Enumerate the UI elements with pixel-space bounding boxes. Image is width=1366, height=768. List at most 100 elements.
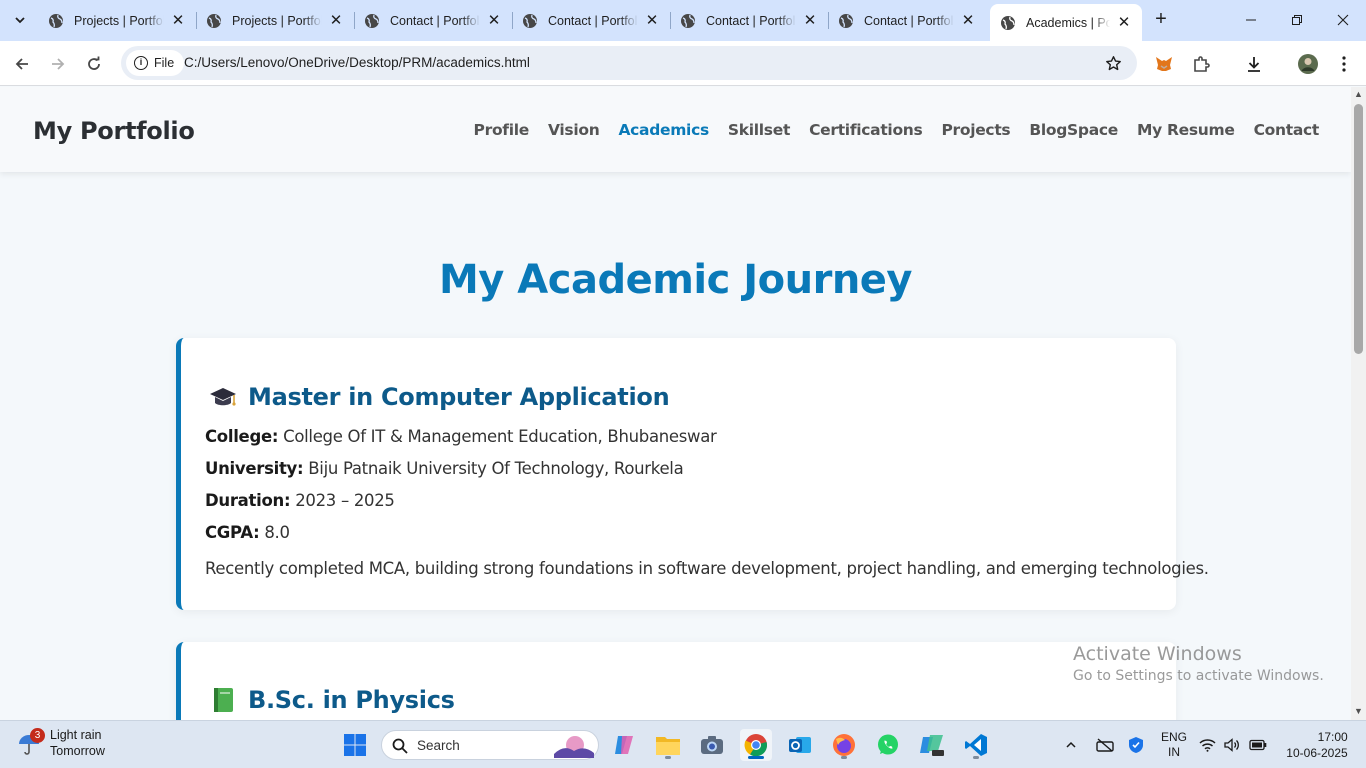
browser-tab[interactable]: Contact | Portfolio ✕ — [512, 6, 670, 35]
minimize-button[interactable] — [1228, 0, 1274, 40]
nav-link-skillset[interactable]: Skillset — [728, 121, 790, 139]
close-tab-icon[interactable]: ✕ — [802, 12, 818, 29]
metamask-extension-button[interactable] — [1150, 50, 1178, 78]
clock-time: 17:00 — [1317, 730, 1348, 744]
nav-link-certifications[interactable]: Certifications — [809, 121, 923, 139]
duration-value: 2023 – 2025 — [295, 491, 395, 510]
browser-tab[interactable]: Projects | Portfolio ✕ — [38, 6, 196, 35]
close-tab-icon[interactable]: ✕ — [328, 12, 344, 29]
whatsapp-app[interactable] — [872, 729, 904, 761]
university-row: University: Biju Patnaik University Of T… — [205, 459, 684, 478]
microsoft-365-app[interactable] — [916, 729, 948, 761]
file-explorer-app[interactable] — [652, 729, 684, 761]
site-info-chip[interactable]: i File — [126, 50, 185, 76]
close-tab-icon[interactable]: ✕ — [170, 12, 186, 29]
search-icon — [392, 738, 408, 754]
card-heading: B.Sc. in Physics — [208, 686, 455, 714]
globe-icon — [1001, 15, 1015, 30]
cgpa-label: CGPA: — [205, 523, 260, 542]
scroll-up-arrow-icon[interactable]: ▲ — [1354, 90, 1363, 99]
chrome-app[interactable] — [740, 729, 772, 761]
outlook-app[interactable] — [784, 729, 816, 761]
quick-settings-button[interactable] — [1198, 721, 1268, 768]
close-icon — [1337, 14, 1349, 26]
cgpa-value: 8.0 — [264, 523, 290, 542]
close-tab-icon[interactable]: ✕ — [960, 12, 976, 29]
search-highlight-icon — [554, 736, 594, 758]
language-indicator[interactable]: ENG IN — [1156, 721, 1192, 768]
browser-tab[interactable]: Projects | Portfolio ✕ — [196, 6, 354, 35]
url-text[interactable]: C:/Users/Lenovo/OneDrive/Desktop/PRM/aca… — [184, 55, 530, 70]
close-tab-icon[interactable]: ✕ — [486, 12, 502, 29]
arrow-left-icon — [15, 58, 28, 70]
extensions-button[interactable] — [1187, 50, 1215, 78]
green-book-icon — [214, 688, 233, 712]
tab-title: Contact | Portfolio — [548, 13, 638, 28]
copilot-app[interactable] — [608, 729, 640, 761]
security-tray-icon[interactable] — [1125, 721, 1147, 768]
forward-button[interactable] — [44, 50, 72, 78]
site-brand[interactable]: My Portfolio — [33, 117, 195, 145]
globe-icon — [681, 13, 695, 28]
close-window-button[interactable] — [1320, 0, 1366, 40]
nav-link-vision[interactable]: Vision — [548, 121, 600, 139]
browser-tab[interactable]: Contact | Portfolio ✕ — [354, 6, 512, 35]
firefox-app[interactable] — [828, 729, 860, 761]
restore-button[interactable] — [1274, 0, 1320, 40]
nav-link-contact[interactable]: Contact — [1254, 121, 1320, 139]
tab-title: Projects | Portfolio — [232, 13, 322, 28]
start-button[interactable] — [339, 729, 371, 761]
windows-logo-icon — [344, 734, 366, 756]
site-header: My Portfolio Profile Vision Academics Skill… — [0, 87, 1351, 172]
back-button[interactable] — [8, 50, 36, 78]
scroll-down-arrow-icon[interactable]: ▼ — [1354, 707, 1363, 716]
nav-link-academics[interactable]: Academics — [618, 121, 709, 139]
weather-widget[interactable]: 3 Light rain Tomorrow — [16, 727, 105, 759]
duration-row: Duration: 2023 – 2025 — [205, 491, 395, 510]
scroll-thumb[interactable] — [1354, 104, 1363, 354]
weather-when: Tomorrow — [50, 744, 105, 758]
reload-button[interactable] — [80, 50, 108, 78]
browser-tab[interactable]: Contact | Portfolio ✕ — [670, 6, 828, 35]
puzzle-icon — [1194, 56, 1210, 72]
reload-icon — [88, 56, 100, 70]
nav-link-blogspace[interactable]: BlogSpace — [1029, 121, 1118, 139]
browser-tab[interactable]: Academics | Portfolio ✕ — [990, 4, 1142, 41]
new-tab-button[interactable]: + — [1150, 9, 1172, 31]
chevron-down-icon — [15, 17, 25, 24]
whatsapp-icon — [878, 734, 898, 755]
clock[interactable]: 17:00 10-06-2025 — [1285, 721, 1349, 768]
close-tab-icon[interactable]: ✕ — [644, 12, 660, 29]
globe-icon — [207, 13, 221, 28]
downloads-button[interactable] — [1240, 50, 1268, 78]
folder-icon — [656, 737, 680, 755]
browser-tab[interactable]: Contact | Portfolio ✕ — [828, 6, 986, 35]
activate-windows-watermark: Activate Windows Go to Settings to activ… — [1073, 643, 1324, 684]
browser-menu-button[interactable] — [1330, 50, 1358, 78]
page-scrollbar[interactable]: ▲ ▼ — [1351, 87, 1366, 720]
tab-strip: Projects | Portfolio✕Projects | Portfoli… — [0, 0, 1366, 41]
camera-app[interactable] — [696, 729, 728, 761]
tab-title: Academics | Portfolio — [1026, 15, 1110, 30]
camera-icon — [701, 736, 723, 754]
nav-link-my-resume[interactable]: My Resume — [1137, 121, 1235, 139]
drive-tray-icon[interactable] — [1094, 721, 1116, 768]
nav-link-projects[interactable]: Projects — [941, 121, 1010, 139]
copilot-icon — [615, 736, 633, 754]
globe-icon — [839, 13, 853, 28]
profile-avatar-button[interactable] — [1294, 50, 1322, 78]
taskbar-search[interactable]: Search — [381, 730, 599, 760]
vscode-app[interactable] — [960, 729, 992, 761]
duration-label: Duration: — [205, 491, 291, 510]
tab-search-button[interactable] — [8, 8, 32, 32]
weather-condition: Light rain — [50, 728, 102, 742]
browser-toolbar: i File C:/Users/Lenovo/OneDrive/Desktop/… — [0, 41, 1366, 86]
bookmark-star-button[interactable] — [1102, 52, 1124, 74]
college-row: College: College Of IT & Management Educ… — [205, 427, 717, 446]
clock-date: 10-06-2025 — [1286, 746, 1348, 760]
address-bar[interactable]: i File C:/Users/Lenovo/OneDrive/Desktop/… — [121, 46, 1137, 80]
close-tab-icon[interactable]: ✕ — [1116, 14, 1132, 31]
nav-link-profile[interactable]: Profile — [474, 121, 530, 139]
show-hidden-icons-button[interactable] — [1060, 721, 1082, 768]
avatar-icon — [1298, 54, 1318, 74]
